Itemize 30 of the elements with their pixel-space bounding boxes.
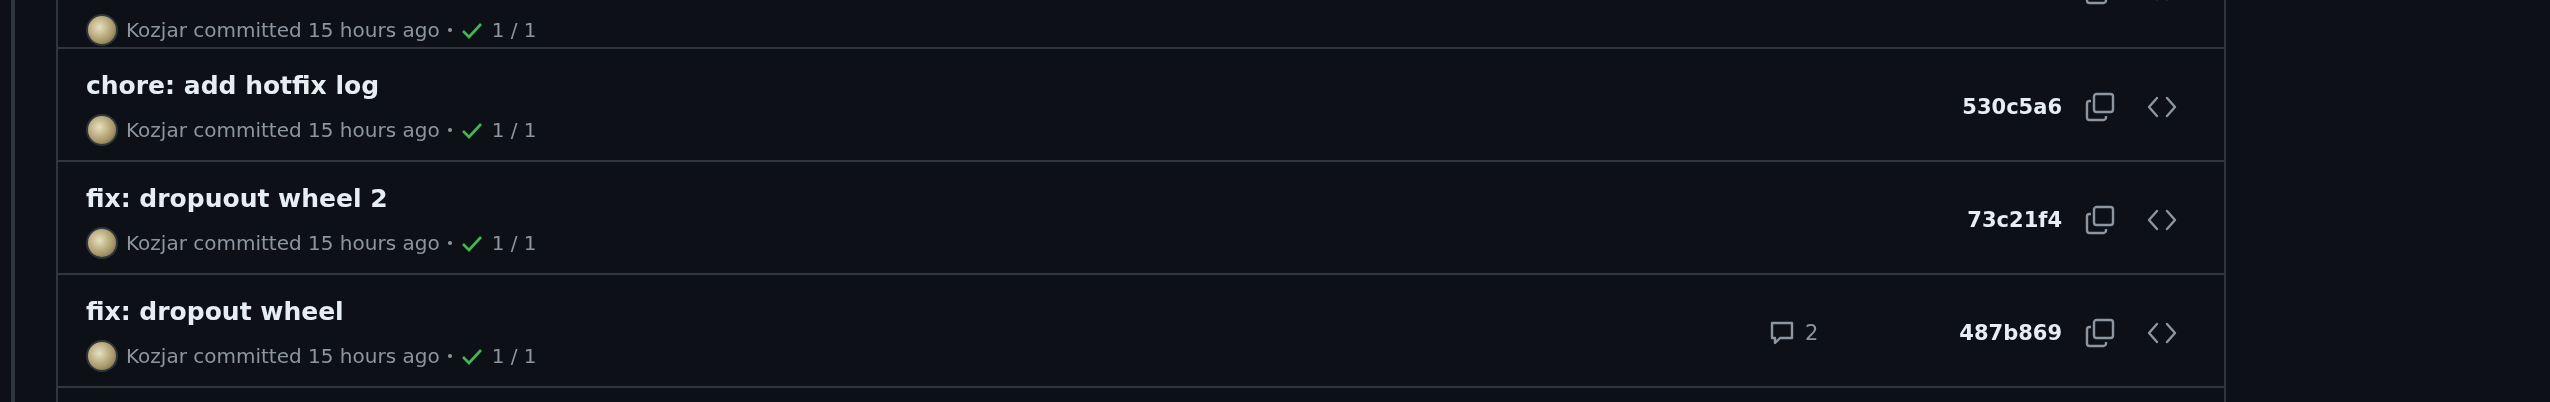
copy-icon [2085,91,2115,122]
copy-icon [2085,317,2115,348]
comment-count[interactable]: 2 [1805,320,1819,345]
separator-dot-icon [447,28,452,32]
commit-title[interactable]: fix: dropuout wheel 2 [86,182,1769,216]
avatar[interactable] [86,340,118,372]
commit-meta: Kozjar committed 15 hours ago [126,231,440,255]
separator-dot-icon [447,241,452,245]
code-icon [2147,95,2177,118]
commit-meta: Kozjar committed 15 hours ago [126,118,440,142]
separator-dot-icon [447,354,452,358]
commit-hash[interactable]: 530c5a6 [1922,94,2062,119]
commit-title[interactable]: chore: add hotfix log [86,69,1769,103]
avatar[interactable] [86,227,118,259]
avatar[interactable] [86,114,118,146]
commit-meta: Kozjar committed 15 hours ago [126,344,440,368]
code-icon [2147,321,2177,344]
check-count: 1 / 1 [491,18,537,42]
check-count: 1 / 1 [491,344,537,368]
commit-hash[interactable]: 73c21f4 [1922,207,2062,232]
commit-hash[interactable]: 487b869 [1922,320,2062,345]
comment-icon[interactable] [1769,319,1795,346]
copy-icon [2085,204,2115,235]
check-count: 1 / 1 [491,118,537,142]
code-icon [2147,208,2177,231]
commit-title[interactable]: fix: dropout wheel [86,295,1769,329]
commit-meta: Kozjar committed 15 hours ago [126,18,440,42]
avatar[interactable] [86,14,118,46]
separator-dot-icon [447,128,452,132]
check-count: 1 / 1 [491,231,537,255]
